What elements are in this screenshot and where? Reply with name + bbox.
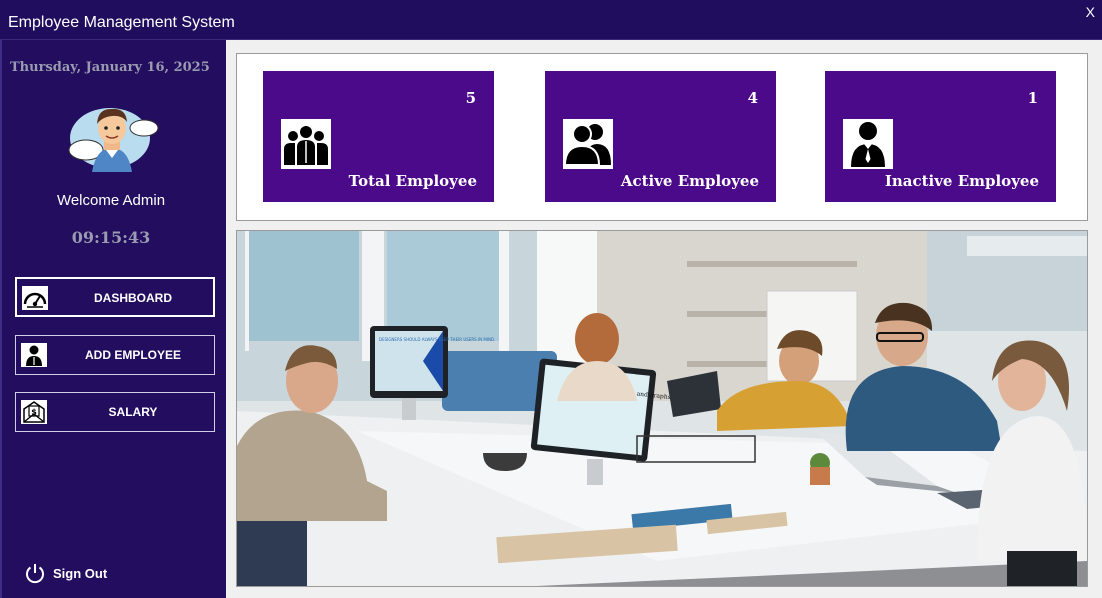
dashboard-label: DASHBOARD (94, 291, 172, 305)
two-users-icon (563, 119, 613, 169)
title-bar: Employee Management System X (0, 0, 1102, 40)
main-content: 5 Total Employee 4 Active Employee 1 Ina… (226, 40, 1102, 598)
total-employee-count: 5 (465, 89, 476, 107)
active-employee-card[interactable]: 4 Active Employee (545, 71, 776, 202)
admin-avatar (68, 108, 159, 172)
inactive-employee-card[interactable]: 1 Inactive Employee (825, 71, 1056, 202)
add-employee-button[interactable]: ADD EMPLOYEE (15, 335, 215, 375)
money-icon: $ (21, 400, 47, 424)
speedometer-icon (22, 286, 48, 310)
group-icon (281, 119, 331, 169)
dashboard-button[interactable]: DASHBOARD (15, 277, 215, 317)
sign-out-label: Sign Out (53, 566, 108, 581)
clock-time: 09:15:43 (71, 228, 151, 247)
monitor-text-1: DESIGNERS SHOULD ALWAYS KEEP THEIR USERS… (379, 337, 495, 342)
total-employee-label: Total Employee (348, 172, 477, 190)
salary-label: SALARY (108, 405, 158, 419)
active-employee-count: 4 (747, 89, 758, 107)
inactive-employee-label: Inactive Employee (884, 172, 1039, 190)
add-employee-label: ADD EMPLOYEE (84, 348, 181, 362)
office-photo: DESIGNERS SHOULD ALWAYS KEEP THEIR USERS… (236, 230, 1088, 587)
stats-panel: 5 Total Employee 4 Active Employee 1 Ina… (236, 53, 1088, 221)
salary-button[interactable]: $ SALARY (15, 392, 215, 432)
power-icon (26, 564, 44, 584)
close-button[interactable]: X (1086, 4, 1095, 20)
inactive-employee-count: 1 (1027, 89, 1038, 107)
date-label: Thursday, January 16, 2025 (10, 60, 210, 75)
welcome-text: Welcome Admin (56, 192, 166, 209)
svg-text:DESIGNERS SHOULD ALWAYS KEEP T: DESIGNERS SHOULD ALWAYS KEEP THEIR USERS… (379, 337, 495, 342)
sidebar: Thursday, January 16, 2025 Welcome Admin… (0, 40, 226, 598)
window-title: Employee Management System (8, 14, 235, 31)
single-user-icon (843, 119, 893, 169)
total-employee-card[interactable]: 5 Total Employee (263, 71, 494, 202)
person-icon (21, 343, 47, 367)
active-employee-label: Active Employee (620, 172, 759, 190)
